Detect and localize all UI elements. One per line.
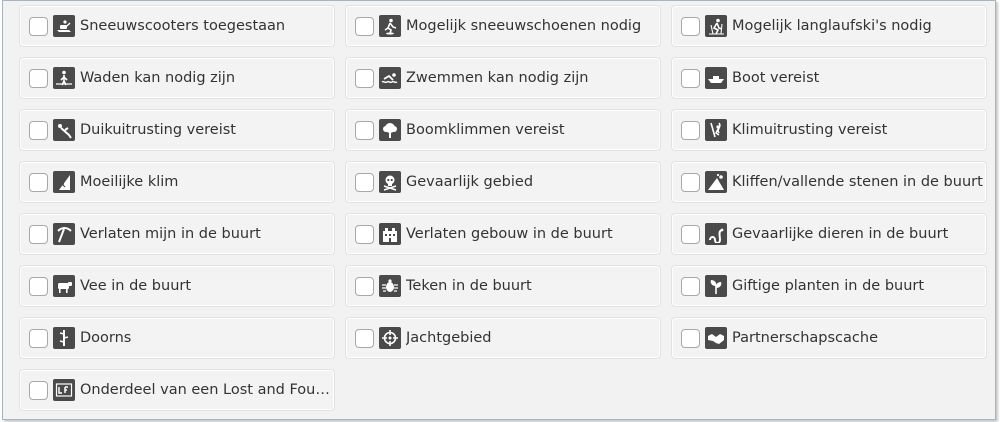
poison-plant-icon <box>705 275 727 297</box>
attribute-checkbox[interactable] <box>29 380 48 400</box>
attribute-checkbox[interactable] <box>29 276 48 296</box>
attribute-checkbox[interactable] <box>681 224 700 244</box>
attribute-label: Waden kan nodig zijn <box>80 70 236 86</box>
attribute-checkbox[interactable] <box>29 328 48 348</box>
crosshair-icon <box>379 327 401 349</box>
difficult-climb-icon <box>53 171 75 193</box>
attribute-label: Giftige planten in de buurt <box>732 278 925 294</box>
skull-icon <box>379 171 401 193</box>
attribute-label: Moeilijke klim <box>80 174 179 190</box>
attribute-item[interactable]: Moeilijke klim <box>19 161 335 203</box>
attribute-label: Gevaarlijke dieren in de buurt <box>732 226 949 242</box>
tree-icon <box>379 119 401 141</box>
attribute-item[interactable]: Gevaarlijk gebied <box>345 161 661 203</box>
snowshoe-icon <box>379 15 401 37</box>
attribute-label: Onderdeel van een Lost and Found ... <box>80 382 334 398</box>
attribute-label: Mogelijk langlaufski's nodig <box>732 18 932 34</box>
attribute-checkbox[interactable] <box>681 172 700 192</box>
attributes-panel: Sneeuwscooters toegestaan Mogelijk sneeuw… <box>2 0 996 420</box>
attribute-item[interactable]: Gevaarlijke dieren in de buurt <box>671 213 987 255</box>
climbing-gear-icon <box>705 119 727 141</box>
attribute-checkbox[interactable] <box>681 68 700 88</box>
falling-rocks-icon <box>705 171 727 193</box>
attribute-label: Duikuitrusting vereist <box>80 122 236 138</box>
attribute-checkbox[interactable] <box>355 172 374 192</box>
scuba-icon <box>53 119 75 141</box>
attribute-item[interactable]: Waden kan nodig zijn <box>19 57 335 99</box>
attribute-label: Klimuitrusting vereist <box>732 122 888 138</box>
attribute-item[interactable]: Zwemmen kan nodig zijn <box>345 57 661 99</box>
thorn-icon <box>53 327 75 349</box>
attribute-label: Boomklimmen vereist <box>406 122 565 138</box>
building-icon <box>379 223 401 245</box>
attribute-label: Vee in de buurt <box>80 278 192 294</box>
attribute-checkbox[interactable] <box>355 276 374 296</box>
snowmobile-icon <box>53 15 75 37</box>
snake-icon <box>705 223 727 245</box>
attribute-label: Teken in de buurt <box>406 278 532 294</box>
attribute-item[interactable]: Kliffen/vallende stenen in de buurt <box>671 161 987 203</box>
attribute-item[interactable]: Verlaten gebouw in de buurt <box>345 213 661 255</box>
attribute-item[interactable]: Boot vereist <box>671 57 987 99</box>
attribute-label: Jachtgebied <box>406 330 492 346</box>
attribute-item[interactable]: Verlaten mijn in de buurt <box>19 213 335 255</box>
attribute-item[interactable]: Mogelijk langlaufski's nodig <box>671 5 987 47</box>
attribute-item[interactable]: Boomklimmen vereist <box>345 109 661 151</box>
attribute-checkbox[interactable] <box>355 328 374 348</box>
attribute-label: Partnerschapscache <box>732 330 878 346</box>
attribute-checkbox[interactable] <box>29 16 48 36</box>
attribute-checkbox[interactable] <box>29 68 48 88</box>
attribute-checkbox[interactable] <box>681 120 700 140</box>
attribute-item[interactable]: Onderdeel van een Lost and Found ... <box>19 369 335 411</box>
attribute-label: Verlaten mijn in de buurt <box>80 226 261 242</box>
attributes-grid: Sneeuwscooters toegestaan Mogelijk sneeuw… <box>19 5 987 411</box>
attribute-checkbox[interactable] <box>29 224 48 244</box>
attribute-checkbox[interactable] <box>29 172 48 192</box>
attribute-label: Zwemmen kan nodig zijn <box>406 70 589 86</box>
attribute-item[interactable]: Giftige planten in de buurt <box>671 265 987 307</box>
attribute-label: Verlaten gebouw in de buurt <box>406 226 613 242</box>
attribute-item[interactable]: Klimuitrusting vereist <box>671 109 987 151</box>
attribute-checkbox[interactable] <box>681 276 700 296</box>
tick-icon <box>379 275 401 297</box>
attribute-item[interactable]: Mogelijk sneeuwschoenen nodig <box>345 5 661 47</box>
cross-country-ski-icon <box>705 15 727 37</box>
attribute-label: Mogelijk sneeuwschoenen nodig <box>406 18 642 34</box>
attribute-checkbox[interactable] <box>355 16 374 36</box>
attribute-checkbox[interactable] <box>681 16 700 36</box>
attribute-item[interactable]: Vee in de buurt <box>19 265 335 307</box>
attribute-checkbox[interactable] <box>355 120 374 140</box>
attribute-item[interactable]: Teken in de buurt <box>345 265 661 307</box>
boat-icon <box>705 67 727 89</box>
attribute-item[interactable]: Jachtgebied <box>345 317 661 359</box>
attribute-checkbox[interactable] <box>355 224 374 244</box>
attribute-checkbox[interactable] <box>29 120 48 140</box>
attribute-item[interactable]: Duikuitrusting vereist <box>19 109 335 151</box>
wading-icon <box>53 67 75 89</box>
attribute-item[interactable]: Doorns <box>19 317 335 359</box>
handshake-icon <box>705 327 727 349</box>
lost-and-found-icon <box>53 379 75 401</box>
attribute-label: Sneeuwscooters toegestaan <box>80 18 286 34</box>
pickaxe-icon <box>53 223 75 245</box>
attribute-label: Boot vereist <box>732 70 820 86</box>
attribute-label: Gevaarlijk gebied <box>406 174 534 190</box>
swimming-icon <box>379 67 401 89</box>
cow-icon <box>53 275 75 297</box>
attribute-label: Doorns <box>80 330 132 346</box>
attribute-checkbox[interactable] <box>681 328 700 348</box>
attribute-item[interactable]: Sneeuwscooters toegestaan <box>19 5 335 47</box>
attribute-label: Kliffen/vallende stenen in de buurt <box>732 174 983 190</box>
attribute-checkbox[interactable] <box>355 68 374 88</box>
attribute-item[interactable]: Partnerschapscache <box>671 317 987 359</box>
